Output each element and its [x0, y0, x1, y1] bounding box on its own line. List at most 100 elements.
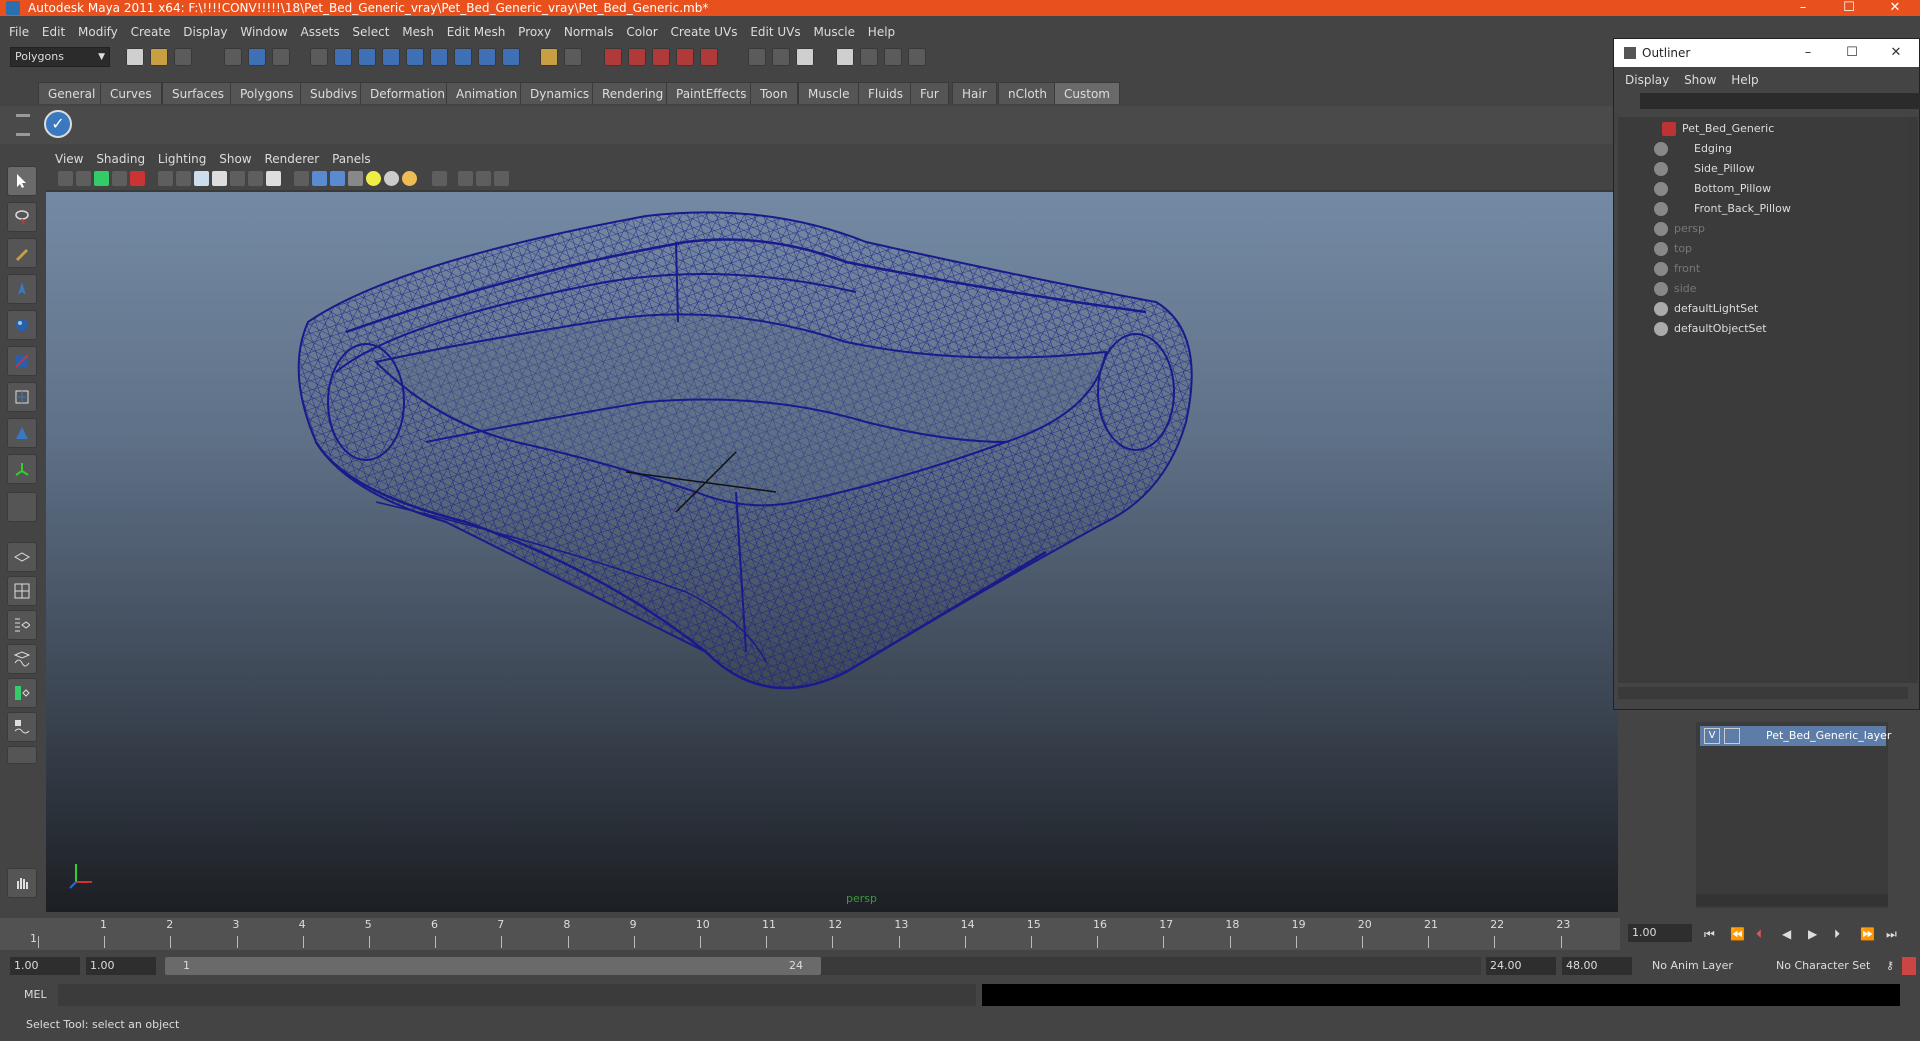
step-forward-key-icon[interactable]: ⏩ [1860, 928, 1875, 940]
input-ops-icon[interactable] [748, 48, 766, 66]
menu-color[interactable]: Color [626, 22, 657, 42]
command-input[interactable] [58, 984, 976, 1006]
tab-fur[interactable]: Fur [910, 82, 949, 104]
outliner-menu-show[interactable]: Show [1684, 71, 1716, 89]
menu-assets[interactable]: Assets [301, 22, 340, 42]
single-perspective-layout-icon[interactable] [7, 542, 37, 572]
textured-icon[interactable] [348, 171, 363, 186]
select-rendering-icon[interactable] [478, 48, 496, 66]
image-plane-icon[interactable] [112, 171, 127, 186]
play-forward-icon[interactable]: ▶ [1808, 928, 1820, 940]
animation-start-field[interactable]: 1.00 [10, 957, 80, 975]
show-manipulator-icon[interactable] [7, 454, 37, 484]
key-icon[interactable]: ⚷ [1882, 957, 1898, 975]
current-frame-field[interactable]: 1.00 [1628, 924, 1692, 942]
layer-row[interactable]: V Pet_Bed_Generic_layer [1700, 726, 1891, 746]
close-icon[interactable]: ✕ [1874, 39, 1918, 67]
playback-start-field[interactable]: 1.00 [86, 957, 156, 975]
viewport-menu-show[interactable]: Show [219, 150, 251, 168]
scale-tool-icon[interactable] [7, 346, 37, 376]
select-dynamics-icon[interactable] [454, 48, 472, 66]
smooth-shade-icon[interactable] [312, 171, 327, 186]
playback-end-field[interactable]: 24.00 [1486, 957, 1556, 975]
tab-polygons[interactable]: Polygons [230, 82, 304, 104]
field-chart-icon[interactable] [230, 171, 245, 186]
rotate-tool-icon[interactable] [7, 310, 37, 340]
render-layout-icon[interactable] [7, 712, 37, 742]
ipr-render-icon[interactable] [860, 48, 878, 66]
move-tool-icon[interactable] [7, 274, 37, 304]
range-slider-handle[interactable]: 1 24 [165, 957, 821, 975]
menu-display[interactable]: Display [183, 22, 227, 42]
last-tool-icon[interactable] [7, 492, 37, 522]
mode-selector[interactable]: Polygons ▼ [10, 47, 110, 67]
range-slider[interactable]: 1 24 [165, 957, 1481, 975]
menu-mesh[interactable]: Mesh [402, 22, 434, 42]
tab-toon[interactable]: Toon [750, 82, 798, 104]
tab-surfaces[interactable]: Surfaces [162, 82, 234, 104]
step-back-key-icon[interactable]: ⏪ [1730, 928, 1745, 940]
output-ops-icon[interactable] [772, 48, 790, 66]
tab-custom[interactable]: Custom [1054, 82, 1120, 104]
film-gate-icon[interactable] [176, 171, 191, 186]
menu-window[interactable]: Window [240, 22, 287, 42]
command-language-label[interactable]: MEL [24, 988, 47, 1001]
bookmark-icon[interactable] [94, 171, 109, 186]
menu-create-uvs[interactable]: Create UVs [671, 22, 738, 42]
select-handles-icon[interactable] [334, 48, 352, 66]
menu-edit[interactable]: Edit [42, 22, 65, 42]
animation-end-field[interactable]: 48.00 [1562, 957, 1632, 975]
snap-point-icon[interactable] [652, 48, 670, 66]
tab-fluids[interactable]: Fluids [858, 82, 914, 104]
auto-key-icon[interactable] [1902, 957, 1916, 975]
viewport-canvas[interactable]: persp [46, 192, 1618, 912]
step-back-frame-icon[interactable]: ⏴ [1756, 928, 1768, 940]
outliner-persp-layout-icon[interactable] [7, 610, 37, 640]
pick-mask-icon[interactable] [310, 48, 328, 66]
outliner-filter-input[interactable] [1640, 93, 1920, 109]
menu-normals[interactable]: Normals [564, 22, 614, 42]
camera-select-icon[interactable] [58, 171, 73, 186]
tab-ncloth[interactable]: nCloth [998, 82, 1057, 104]
outliner-horizontal-scrollbar[interactable] [1618, 687, 1908, 699]
isolate-select-icon[interactable] [432, 171, 447, 186]
menu-create[interactable]: Create [131, 22, 171, 42]
universal-manipulator-icon[interactable] [7, 382, 37, 412]
select-deformations-icon[interactable] [430, 48, 448, 66]
checkmark-icon[interactable]: ✓ [44, 110, 72, 138]
graph-persp-layout-icon[interactable] [7, 644, 37, 674]
render-frame-icon[interactable] [836, 48, 854, 66]
hud-icon[interactable] [494, 171, 509, 186]
layout-options-icon[interactable] [7, 746, 37, 764]
hypershade-icon[interactable] [908, 48, 926, 66]
open-scene-icon[interactable] [150, 48, 168, 66]
highlight-selection-icon[interactable] [564, 48, 582, 66]
wireframe-icon[interactable] [294, 171, 309, 186]
outliner-menu-help[interactable]: Help [1731, 71, 1758, 89]
menu-modify[interactable]: Modify [78, 22, 118, 42]
select-component-icon[interactable] [272, 48, 290, 66]
wireframe-on-shaded-icon[interactable] [330, 171, 345, 186]
play-backward-icon[interactable]: ◀ [1782, 928, 1794, 940]
default-light-icon[interactable] [366, 171, 381, 186]
select-joints-icon[interactable] [358, 48, 376, 66]
new-scene-icon[interactable] [126, 48, 144, 66]
two-d-pan-icon[interactable] [130, 171, 145, 186]
select-curves-icon[interactable] [382, 48, 400, 66]
layer-visibility-toggle[interactable]: V [1704, 728, 1720, 744]
render-settings-icon[interactable] [884, 48, 902, 66]
step-forward-frame-icon[interactable]: ⏵ [1834, 928, 1846, 940]
snap-view-plane-icon[interactable] [676, 48, 694, 66]
go-to-start-icon[interactable]: ⏮ [1704, 928, 1716, 940]
time-slider[interactable]: 123456789101112131415161718192021222324 … [0, 918, 1637, 950]
lock-selection-icon[interactable] [540, 48, 558, 66]
select-surfaces-icon[interactable] [406, 48, 424, 66]
shadows-icon[interactable] [402, 171, 417, 186]
minimize-icon[interactable]: – [1780, 0, 1826, 16]
tab-curves[interactable]: Curves [100, 82, 162, 104]
snap-grid-icon[interactable] [604, 48, 622, 66]
gate-mask-icon[interactable] [212, 171, 227, 186]
menu-file[interactable]: File [9, 22, 29, 42]
safe-action-icon[interactable] [248, 171, 263, 186]
hand-icon[interactable] [7, 868, 37, 898]
